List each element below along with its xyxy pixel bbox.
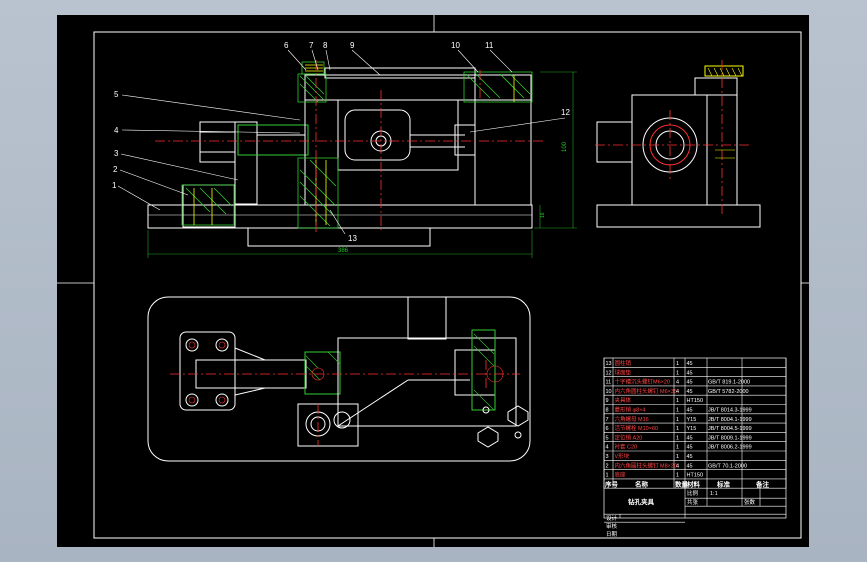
parts-row-name: V形块 [615, 452, 630, 460]
parts-row-standard: JB/T 8004.1-1999 [708, 417, 752, 423]
parts-row-qty: 1 [676, 445, 679, 451]
parts-row-material: 45 [687, 408, 693, 414]
part-label-1: 1 [112, 181, 117, 190]
part-label-10: 10 [451, 41, 460, 50]
part-label-8: 8 [323, 41, 328, 50]
title-qty-label: 共张 [687, 498, 699, 506]
parts-row-name: 菱形销 φ8×4 [615, 406, 646, 414]
assembly-drawing: 386 100 16 1 2 3 4 5 6 7 8 9 10 11 12 13 [57, 15, 809, 547]
parts-row-no: 13 [606, 361, 612, 367]
parts-row-no: 9 [606, 398, 609, 404]
parts-row-standard: GB/T 819.1-2000 [708, 380, 750, 386]
title-check-label: 审核 [606, 522, 618, 530]
parts-row-no: 2 [606, 463, 609, 469]
parts-row-no: 6 [606, 426, 609, 432]
part-label-13: 13 [348, 234, 357, 243]
parts-row-material: 45 [687, 445, 693, 451]
parts-row-name: 球面垫 [615, 368, 632, 376]
parts-row-no: 12 [606, 370, 612, 376]
parts-row-material: 45 [687, 454, 693, 460]
parts-header-note: 备注 [755, 479, 770, 488]
part-label-6: 6 [284, 41, 289, 50]
parts-row-qty: 1 [676, 398, 679, 404]
parts-row-material: 45 [687, 361, 693, 367]
parts-row-name: 内六角圆柱头螺钉 M8×20 [615, 461, 678, 469]
parts-row-name: 活节螺栓 M10×60 [615, 424, 659, 432]
title-sheet-label: 张数 [744, 498, 756, 506]
parts-row-no: 3 [606, 454, 609, 460]
parts-row-material: 45 [687, 370, 693, 376]
parts-row-name: 底座 [615, 471, 627, 479]
parts-row-qty: 4 [676, 389, 679, 395]
cad-viewport[interactable]: 386 100 16 1 2 3 4 5 6 7 8 9 10 11 12 13 [0, 0, 867, 562]
part-label-12: 12 [561, 108, 570, 117]
parts-row-standard: JB/T 8014.3-1999 [708, 408, 752, 414]
parts-row-name: 衬套 C20 [615, 443, 638, 451]
parts-row-standard: JB/T 8009.1-1999 [708, 435, 752, 441]
parts-row-qty: 1 [676, 454, 679, 460]
dim-small-height: 16 [540, 212, 546, 218]
parts-row-material: 45 [687, 380, 693, 386]
parts-row-qty: 1 [676, 370, 679, 376]
parts-row-qty: 1 [676, 361, 679, 367]
parts-row-name: 夹具体 [615, 396, 632, 404]
parts-row-qty: 1 [676, 417, 679, 423]
parts-header-standard: 标准 [716, 479, 731, 488]
parts-row-standard: JB/T 8006.2-1999 [708, 445, 752, 451]
title-scale-label: 比例 [687, 489, 699, 497]
part-label-9: 9 [350, 41, 355, 50]
parts-row-qty: 4 [676, 380, 679, 386]
parts-row-standard: JB/T 8004.5-1999 [708, 426, 752, 432]
parts-row-name: 圆柱销 [615, 359, 632, 367]
parts-row-material: HT150 [687, 398, 704, 404]
title-design-label: 设计 [606, 514, 618, 522]
parts-row-qty: 4 [676, 463, 679, 469]
parts-header-material: 材料 [686, 479, 701, 488]
dim-width: 386 [338, 248, 349, 254]
title-scale-value: 1:1 [710, 491, 718, 497]
parts-header-name: 名称 [635, 479, 649, 488]
parts-row-no: 4 [606, 445, 609, 451]
parts-row-material: 45 [687, 435, 693, 441]
parts-row-name: 六角螺母 M16 [615, 415, 649, 423]
parts-row-name: 十字槽沉头螺钉M6×20 [615, 378, 670, 386]
parts-row-name: 定位销 A20 [615, 433, 643, 441]
part-label-2: 2 [113, 165, 118, 174]
parts-row-no: 11 [606, 380, 612, 386]
parts-row-standard: GB/T 5782-2000 [708, 389, 749, 395]
title-drawing-name: 钻孔夹具 [628, 497, 655, 506]
parts-row-no: 8 [606, 408, 609, 414]
title-date-label: 日期 [606, 531, 618, 538]
dim-height: 100 [562, 141, 568, 152]
parts-row-standard: GB/T 70.1-2000 [708, 463, 747, 469]
parts-row-no: 5 [606, 435, 609, 441]
parts-row-qty: 1 [676, 435, 679, 441]
parts-row-material: 45 [687, 463, 693, 469]
parts-row-qty: 1 [676, 426, 679, 432]
part-label-3: 3 [114, 149, 119, 158]
parts-header-no: 序号 [604, 479, 619, 488]
parts-row-material: HT150 [687, 473, 704, 479]
parts-row-material: Y15 [687, 426, 697, 432]
parts-row-qty: 1 [676, 473, 679, 479]
parts-row-no: 7 [606, 417, 609, 423]
parts-row-no: 1 [606, 473, 609, 479]
part-label-5: 5 [114, 90, 119, 99]
part-label-11: 11 [485, 41, 494, 50]
parts-row-material: 45 [687, 389, 693, 395]
parts-row-name: 内六角圆柱头螺钉 M6×35 [615, 387, 678, 395]
part-label-4: 4 [114, 126, 119, 135]
parts-row-qty: 1 [676, 408, 679, 414]
parts-row-material: Y15 [687, 417, 697, 423]
parts-row-no: 10 [606, 389, 612, 395]
part-label-7: 7 [309, 41, 314, 50]
